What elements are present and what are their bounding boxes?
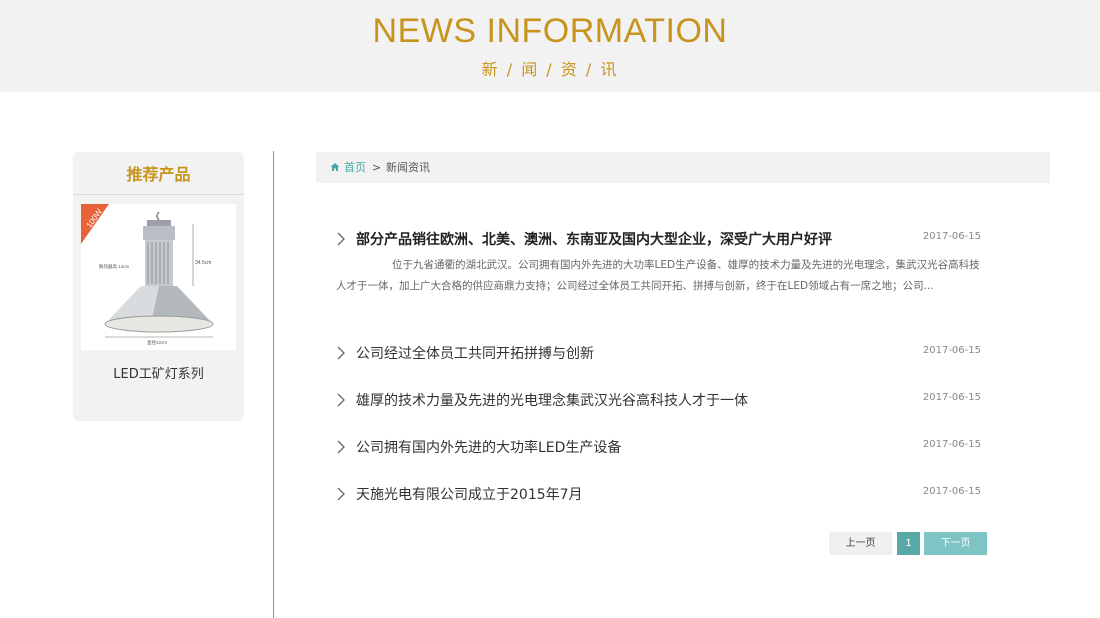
news-item[interactable]: 天施光电有限公司成立于2015年7月 2017-06-15 xyxy=(336,484,981,506)
news-date: 2017-06-15 xyxy=(922,486,981,497)
news-title-link[interactable]: 公司拥有国内外先进的大功率LED生产设备 xyxy=(356,437,621,457)
high-bay-lamp-image: 100W 34.5cm 散热器高 14cm 直径42cm xyxy=(81,204,214,345)
column-divider xyxy=(273,151,274,618)
news-title-link[interactable]: 雄厚的技术力量及先进的光电理念集武汉光谷高科技人才于一体 xyxy=(356,390,748,410)
banner-subtitle: 新 / 闻 / 资 / 讯 xyxy=(481,60,619,79)
next-page-button[interactable]: 下一页 xyxy=(924,532,987,555)
news-date: 2017-06-15 xyxy=(922,439,981,450)
breadcrumb-current: 新闻资讯 xyxy=(386,161,430,174)
news-date: 2017-06-15 xyxy=(922,345,981,356)
news-title-link[interactable]: 部分产品销往欧洲、北美、澳洲、东南亚及国内大型企业，深受广大用户好评 xyxy=(356,229,832,249)
recommended-products-panel: 推荐产品 100W 34.5cm 散热器高 14cm 直径42cm LED工矿灯… xyxy=(73,152,244,421)
prev-page-button[interactable]: 上一页 xyxy=(829,532,892,555)
page-banner: NEWS INFORMATION 新 / 闻 / 资 / 讯 xyxy=(0,0,1100,92)
news-date: 2017-06-15 xyxy=(922,231,981,242)
product-name-link[interactable]: LED工矿灯系列 xyxy=(73,363,244,382)
product-image[interactable]: 100W 34.5cm 散热器高 14cm 直径42cm xyxy=(81,204,236,350)
chevron-right-icon xyxy=(337,232,345,246)
news-item[interactable]: 公司拥有国内外先进的大功率LED生产设备 2017-06-15 xyxy=(336,437,981,459)
chevron-right-icon xyxy=(337,346,345,360)
news-item[interactable]: 公司经过全体员工共同开拓拼搏与创新 2017-06-15 xyxy=(336,343,981,365)
svg-text:散热器高 14cm: 散热器高 14cm xyxy=(99,263,130,270)
page-1-button[interactable]: 1 xyxy=(897,532,920,555)
news-date: 2017-06-15 xyxy=(922,392,981,403)
breadcrumb-home-link[interactable]: 首页 xyxy=(344,152,366,183)
chevron-right-icon xyxy=(337,393,345,407)
news-item[interactable]: 雄厚的技术力量及先进的光电理念集武汉光谷高科技人才于一体 2017-06-15 xyxy=(336,390,981,412)
news-title-link[interactable]: 天施光电有限公司成立于2015年7月 xyxy=(356,484,583,504)
banner-title: NEWS INFORMATION xyxy=(372,12,728,50)
chevron-right-icon xyxy=(337,440,345,454)
chevron-right-icon xyxy=(337,487,345,501)
home-icon xyxy=(330,163,340,171)
sidebar-heading: 推荐产品 xyxy=(73,152,244,195)
news-excerpt: 位于九省通衢的湖北武汉。公司拥有国内外先进的大功率LED生产设备、雄厚的技术力量… xyxy=(336,259,980,292)
svg-text:直径42cm: 直径42cm xyxy=(147,339,167,345)
news-title-link[interactable]: 公司经过全体员工共同开拓拼搏与创新 xyxy=(356,343,594,363)
svg-text:34.5cm: 34.5cm xyxy=(195,260,211,266)
breadcrumb-separator: > xyxy=(372,161,382,174)
breadcrumb: 首页 > 新闻资讯 xyxy=(316,152,1050,183)
news-item[interactable]: 部分产品销往欧洲、北美、澳洲、东南亚及国内大型企业，深受广大用户好评 2017-… xyxy=(336,229,981,299)
